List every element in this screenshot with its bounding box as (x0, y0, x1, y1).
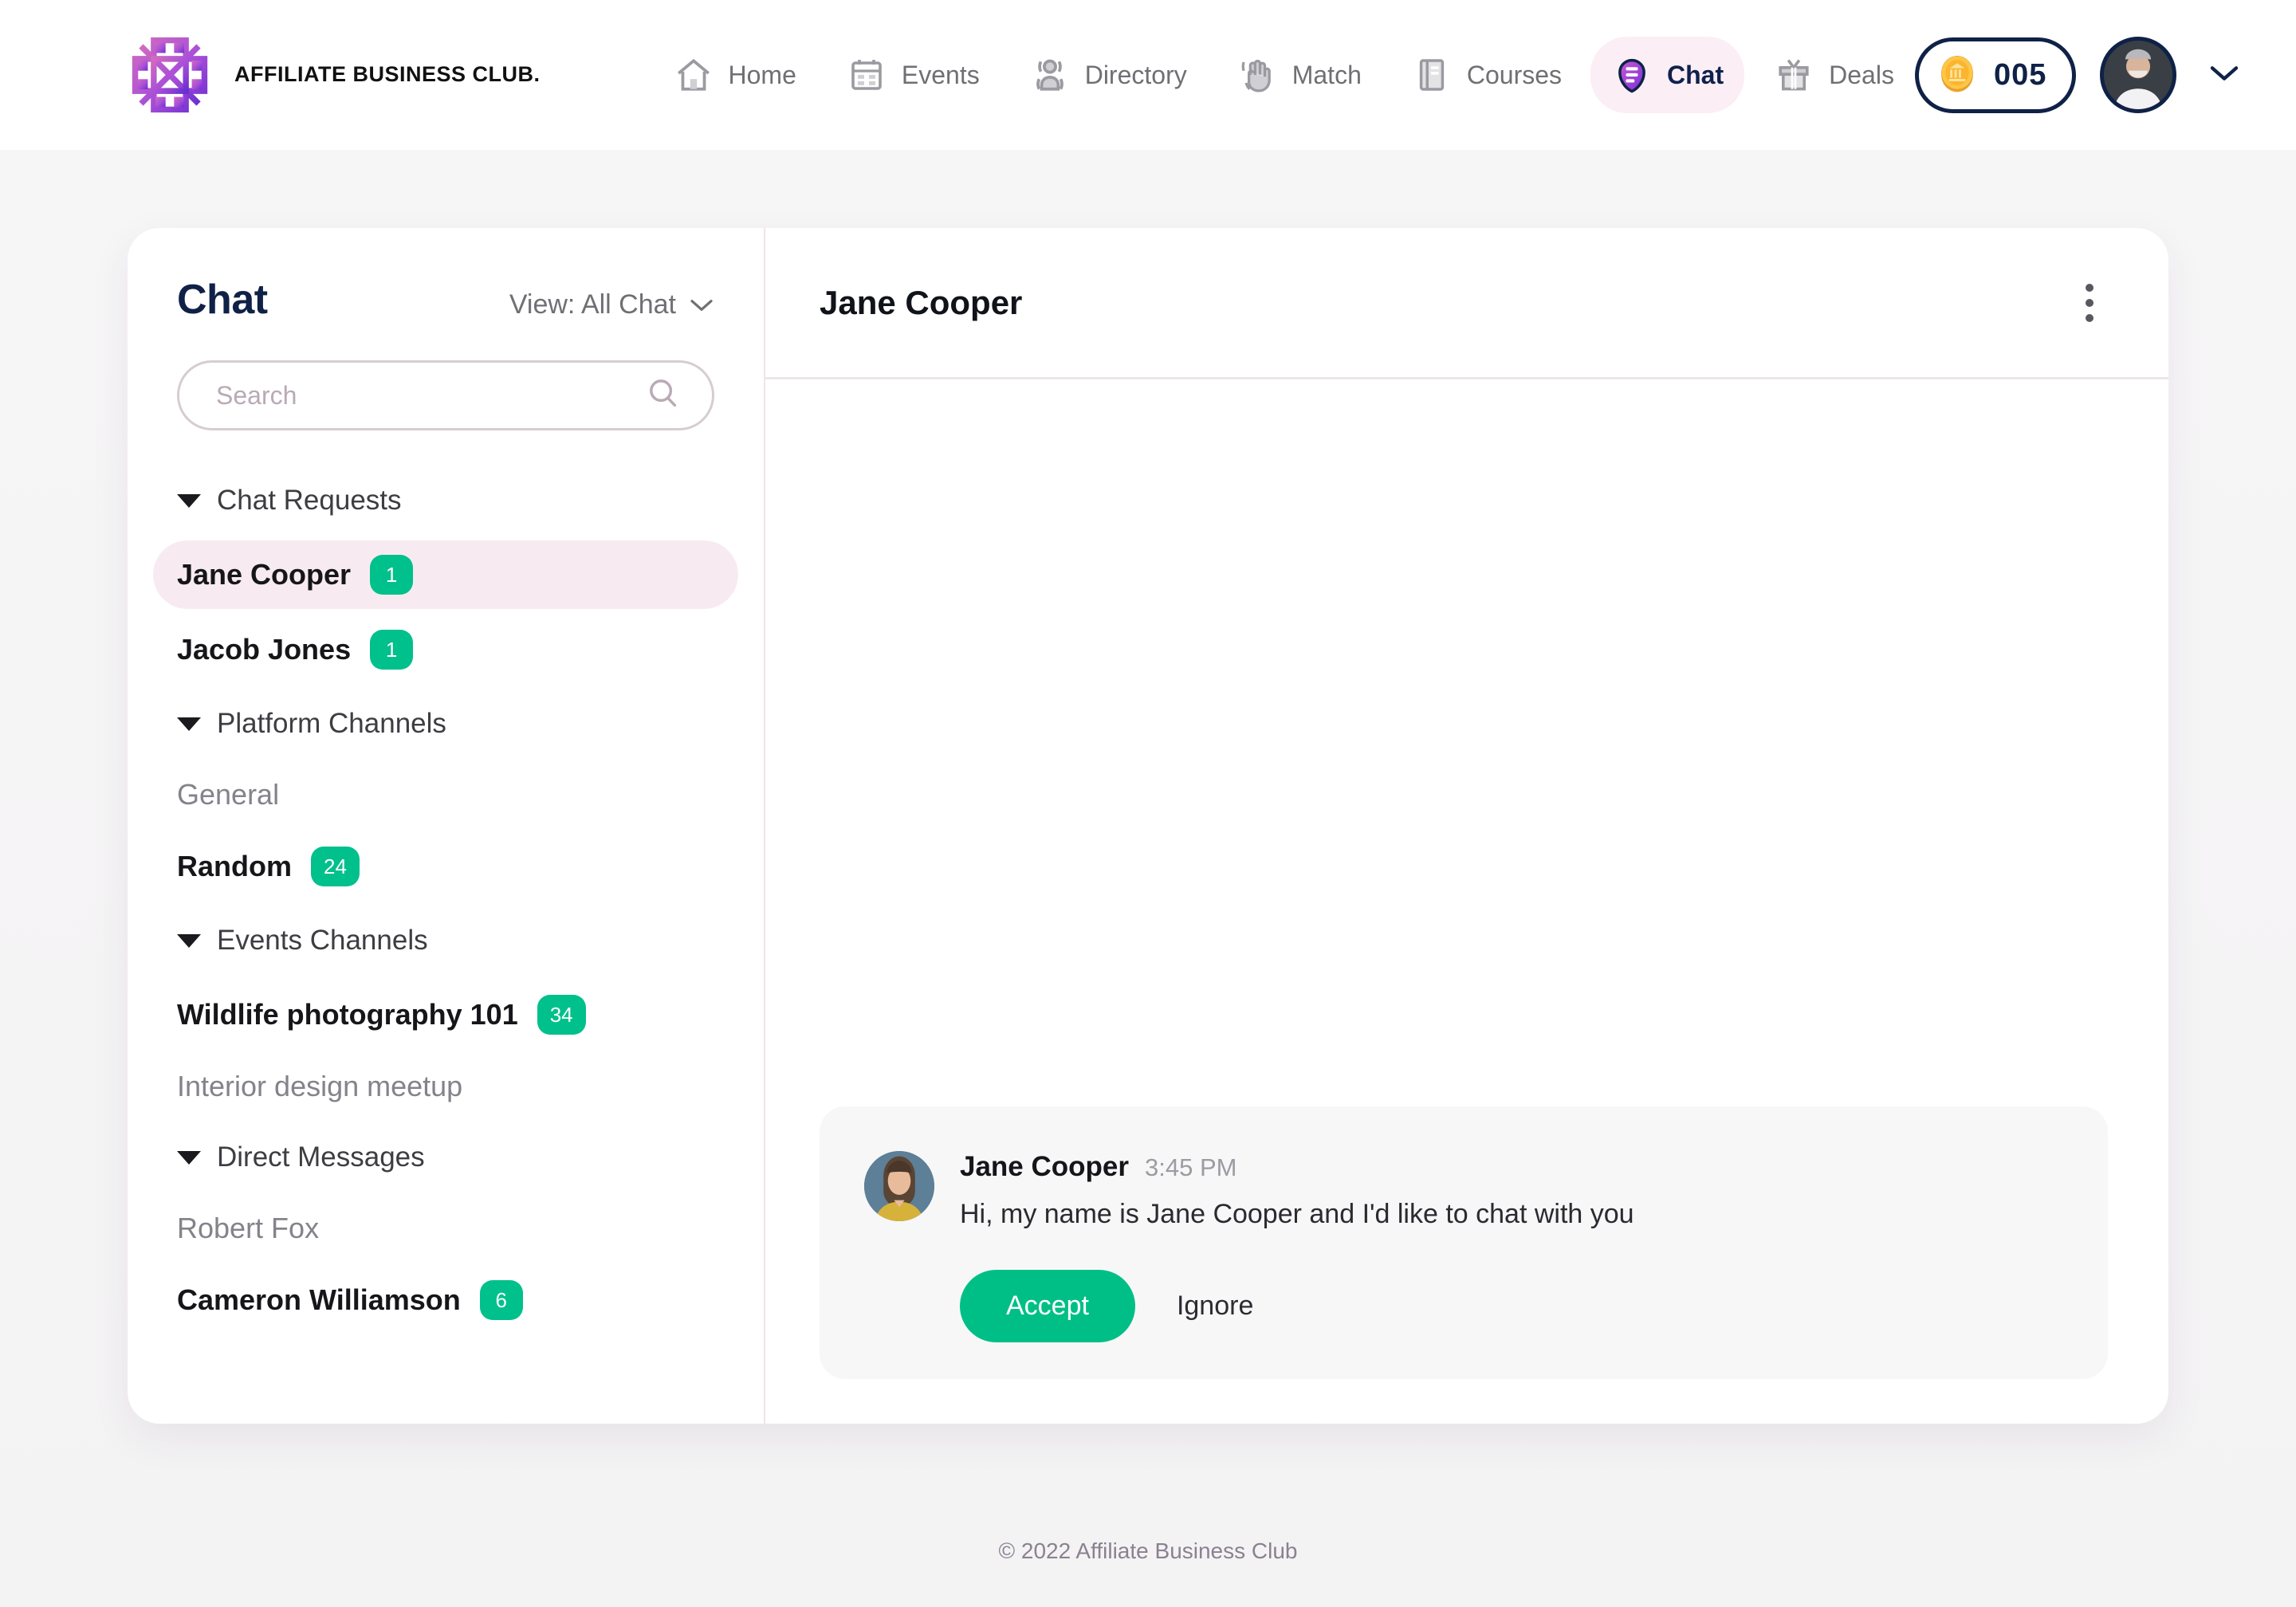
search-container (128, 324, 764, 430)
chat-item-name: Wildlife photography 101 (177, 998, 518, 1031)
chat-request-message: Jane Cooper 3:45 PM Hi, my name is Jane … (820, 1106, 2108, 1379)
group-header[interactable]: Direct Messages (177, 1124, 714, 1191)
group-label: Platform Channels (217, 708, 446, 739)
account-menu-button[interactable] (2200, 55, 2248, 96)
caret-down-icon (177, 933, 201, 948)
nav-item-directory[interactable]: Directory (1008, 37, 1208, 113)
chat-list-item-jacob-jones[interactable]: Jacob Jones 1 (153, 615, 738, 684)
nav-item-chat[interactable]: Chat (1590, 37, 1745, 113)
chat-list-item-wildlife-photography-101[interactable]: Wildlife photography 101 34 (153, 980, 738, 1049)
gift-icon (1773, 54, 1814, 96)
group-label: Events Channels (217, 925, 428, 956)
chat-list-item-cameron-williamson[interactable]: Cameron Williamson 6 (153, 1266, 738, 1334)
chat-item-name: General (177, 778, 280, 811)
chat-list-item-robert-fox[interactable]: Robert Fox (153, 1197, 738, 1259)
chat-item-name: Random (177, 850, 292, 882)
main-content-area: Chat View: All Chat Search Chat Requests… (0, 150, 2296, 1607)
nav-right-cluster: 005 (1914, 37, 2248, 113)
chevron-down-icon (689, 289, 714, 320)
chat-groups: Chat Requests Jane Cooper 1 Jacob Jones … (128, 430, 764, 1334)
footer-copyright: © 2022 Affiliate Business Club (998, 1538, 1298, 1563)
caret-down-icon (177, 717, 201, 731)
nav-label: Home (728, 60, 796, 89)
message-meta: Jane Cooper 3:45 PM (960, 1151, 2063, 1183)
calendar-icon (846, 54, 887, 96)
group-label: Chat Requests (217, 485, 402, 516)
chat-group-direct-messages: Direct Messages Robert Fox Cameron Willi… (177, 1124, 714, 1334)
conversation-panel: Jane Cooper Jane Cooper 3:45 PM Hi, my n… (765, 228, 2168, 1424)
nav-item-deals[interactable]: Deals (1752, 37, 1915, 113)
conversation-header: Jane Cooper (765, 228, 2168, 379)
nav-label: Events (901, 60, 980, 89)
nav-item-match[interactable]: Match (1216, 37, 1382, 113)
chat-list-item-random[interactable]: Random 24 (153, 832, 738, 901)
accept-button[interactable]: Accept (960, 1270, 1135, 1342)
message-sender: Jane Cooper (960, 1151, 1129, 1182)
page-title: Chat (177, 277, 268, 323)
message-text: Hi, my name is Jane Cooper and I'd like … (960, 1199, 1634, 1229)
chevron-down-icon (2208, 63, 2240, 88)
chat-group-platform-channels: Platform Channels General Random 24 (177, 690, 714, 901)
nav-item-home[interactable]: Home (652, 37, 817, 113)
unread-badge: 6 (479, 1280, 523, 1320)
message-actions: Accept Ignore (960, 1270, 2063, 1342)
user-avatar[interactable] (2100, 37, 2177, 113)
ignore-button[interactable]: Ignore (1162, 1270, 1268, 1342)
group-header[interactable]: Chat Requests (177, 467, 714, 534)
chat-group-chat-requests: Chat Requests Jane Cooper 1 Jacob Jones … (153, 467, 738, 684)
group-header[interactable]: Events Channels (177, 907, 714, 974)
book-icon (1411, 54, 1453, 96)
nav-label: Deals (1829, 60, 1894, 89)
caret-down-icon (177, 1150, 201, 1165)
message-body: Jane Cooper 3:45 PM Hi, my name is Jane … (960, 1151, 2063, 1342)
unread-badge: 1 (370, 630, 414, 670)
coin-icon (1935, 51, 1980, 100)
chat-group-events-channels: Events Channels Wildlife photography 101… (177, 907, 714, 1118)
nav-label: Match (1292, 60, 1362, 89)
coin-balance-button[interactable]: 005 (1914, 37, 2077, 113)
group-header[interactable]: Platform Channels (177, 690, 714, 757)
chat-list-item-jane-cooper[interactable]: Jane Cooper 1 (153, 540, 738, 609)
chat-bubble-icon (1611, 54, 1653, 96)
sidebar-header: Chat View: All Chat (128, 276, 764, 324)
message-timestamp: 3:45 PM (1145, 1153, 1237, 1181)
brand-name: AFFILIATE BUSINESS CLUB. (234, 62, 541, 87)
chat-item-name: Cameron Williamson (177, 1283, 461, 1316)
nav-item-events[interactable]: Events (825, 37, 1001, 113)
chat-list-item-interior-design-meetup[interactable]: Interior design meetup (153, 1055, 738, 1118)
kebab-menu-icon[interactable] (2074, 273, 2105, 333)
group-label: Direct Messages (217, 1141, 425, 1173)
app-root: AFFILIATE BUSINESS CLUB. Home Events Dir… (0, 0, 2296, 1607)
chat-item-name: Interior design meetup (177, 1070, 463, 1102)
nav-label: Chat (1667, 60, 1724, 89)
unread-badge: 24 (311, 847, 360, 886)
waving-hand-icon (1236, 54, 1278, 96)
abc-monogram-icon (128, 33, 212, 117)
caret-down-icon (177, 493, 201, 508)
nav-label: Courses (1466, 60, 1563, 89)
nav-label: Directory (1084, 60, 1187, 89)
brand-logo[interactable]: AFFILIATE BUSINESS CLUB. (128, 33, 541, 117)
unread-badge: 1 (370, 555, 414, 595)
nav-items: Home Events Directory Match Courses Chat… (652, 37, 1915, 113)
top-navigation-bar: AFFILIATE BUSINESS CLUB. Home Events Dir… (0, 0, 2296, 150)
conversation-messages: Jane Cooper 3:45 PM Hi, my name is Jane … (765, 379, 2168, 1424)
chat-item-name: Jacob Jones (177, 633, 352, 666)
nav-item-courses[interactable]: Courses (1390, 37, 1582, 113)
view-filter-dropdown[interactable]: View: All Chat (509, 289, 714, 320)
home-icon (673, 54, 714, 96)
coin-count: 005 (1993, 57, 2047, 92)
conversation-title: Jane Cooper (820, 283, 1023, 321)
chat-sidebar: Chat View: All Chat Search Chat Requests… (128, 228, 765, 1424)
chat-item-name: Robert Fox (177, 1212, 320, 1244)
chat-list-item-general[interactable]: General (153, 764, 738, 826)
search-input[interactable] (177, 360, 714, 430)
view-filter-label: View: All Chat (509, 289, 676, 320)
chat-item-name: Jane Cooper (177, 558, 352, 591)
chat-card: Chat View: All Chat Search Chat Requests… (128, 228, 2168, 1424)
people-icon (1029, 54, 1071, 96)
unread-badge: 34 (537, 995, 586, 1035)
jane-cooper-avatar (864, 1151, 934, 1221)
